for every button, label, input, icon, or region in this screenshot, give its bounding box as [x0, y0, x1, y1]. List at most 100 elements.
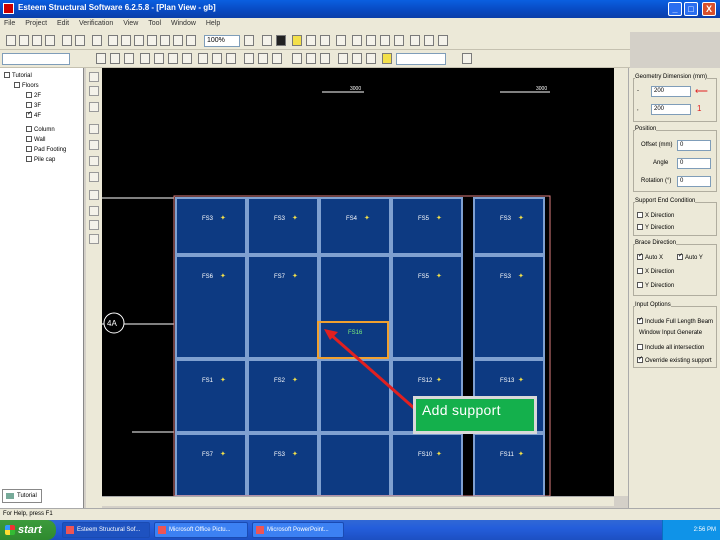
- zoom-extent-icon[interactable]: [147, 35, 157, 46]
- snap-icon[interactable]: [110, 53, 120, 64]
- rotation-input[interactable]: 0: [677, 176, 711, 187]
- copy-icon[interactable]: [352, 35, 362, 46]
- x-direction-checkbox[interactable]: X Direction: [637, 268, 674, 275]
- fill-icon[interactable]: [336, 35, 346, 46]
- tree-item-wall[interactable]: Wall: [26, 136, 45, 143]
- menu-view[interactable]: View: [119, 18, 142, 29]
- trim-icon[interactable]: [438, 35, 448, 46]
- wall-icon[interactable]: [182, 53, 192, 64]
- slab-panel[interactable]: [391, 433, 463, 496]
- auto-x-checkbox[interactable]: Auto X: [637, 254, 663, 261]
- polyline-icon[interactable]: [306, 53, 316, 64]
- measure-icon[interactable]: [424, 35, 434, 46]
- tutorial-tab[interactable]: Tutorial: [2, 489, 42, 503]
- tree-item-pile-cap[interactable]: Pile cap: [26, 156, 55, 163]
- slab-panel[interactable]: [391, 255, 463, 359]
- close-button[interactable]: X: [702, 2, 716, 16]
- tool-9-icon[interactable]: [89, 206, 99, 216]
- task-esteem[interactable]: Esteem Structural Sof...: [62, 522, 150, 538]
- tree-item-pad-footing[interactable]: Pad Footing: [26, 146, 66, 153]
- floor-select[interactable]: [396, 53, 446, 65]
- tree-item-4f[interactable]: 4F: [26, 112, 41, 119]
- slab-panel[interactable]: [473, 255, 545, 359]
- eraser-icon[interactable]: [306, 35, 316, 46]
- open-icon[interactable]: [19, 35, 29, 46]
- offset-input[interactable]: 0: [677, 140, 711, 151]
- move-icon[interactable]: [366, 35, 376, 46]
- slab-panel[interactable]: [247, 197, 319, 255]
- zoom-all-icon[interactable]: [173, 35, 183, 46]
- override-support-checkbox[interactable]: Override existing support: [637, 357, 712, 364]
- tool-4-icon[interactable]: [89, 124, 99, 134]
- info-icon[interactable]: [276, 35, 286, 46]
- grid-icon[interactable]: [96, 53, 106, 64]
- tree-item-floors[interactable]: Floors: [14, 82, 39, 89]
- menu-file[interactable]: File: [0, 18, 19, 29]
- node-icon[interactable]: [272, 53, 282, 64]
- full-length-beam-checkbox[interactable]: Include Full Length Beam: [637, 318, 713, 325]
- slab-panel[interactable]: [247, 359, 319, 433]
- new-icon[interactable]: [6, 35, 16, 46]
- tree-item-column[interactable]: Column: [26, 126, 55, 133]
- menu-verification[interactable]: Verification: [75, 18, 117, 29]
- dim-y-input[interactable]: 200: [651, 104, 691, 115]
- slab-panel[interactable]: [473, 433, 545, 496]
- minimize-button[interactable]: _: [668, 2, 682, 16]
- tool-5-icon[interactable]: [89, 140, 99, 150]
- mirror-icon[interactable]: [380, 35, 390, 46]
- refresh-icon[interactable]: [244, 35, 254, 46]
- menu-help[interactable]: Help: [202, 18, 224, 29]
- rotate-icon[interactable]: [394, 35, 404, 46]
- tree-root[interactable]: Tutorial: [4, 72, 32, 79]
- horizontal-scrollbar[interactable]: [102, 496, 614, 506]
- tool-8-icon[interactable]: [89, 190, 99, 200]
- plan-view-canvas[interactable]: 3000 3000 4A FS3 ✦ FS3 ✦ FS4 ✦ FS5 ✦ FS3 ✦ FS6 ✦ FS7…: [102, 68, 614, 496]
- dim-x-input[interactable]: 200: [651, 86, 691, 97]
- slab-panel[interactable]: [247, 433, 319, 496]
- slab-panel[interactable]: [319, 197, 391, 255]
- start-button[interactable]: start: [0, 520, 56, 540]
- line-icon[interactable]: [292, 53, 302, 64]
- beam-icon[interactable]: [140, 53, 150, 64]
- include-intersection-checkbox[interactable]: Include all intersection: [637, 344, 704, 351]
- maximize-button[interactable]: □: [684, 2, 698, 16]
- slab-panel[interactable]: [319, 255, 391, 359]
- properties-icon[interactable]: [462, 53, 472, 64]
- layer-select[interactable]: [2, 53, 70, 65]
- load-icon[interactable]: [212, 53, 222, 64]
- slab-panel[interactable]: [175, 359, 247, 433]
- angle-input[interactable]: 0: [677, 158, 711, 169]
- select-icon[interactable]: [262, 35, 272, 46]
- tool-1-icon[interactable]: [89, 72, 99, 82]
- column-icon[interactable]: [154, 53, 164, 64]
- text-icon[interactable]: [258, 53, 268, 64]
- end-y-checkbox[interactable]: Y Direction: [637, 224, 674, 231]
- tool-3-icon[interactable]: [89, 102, 99, 112]
- slab-panel[interactable]: [247, 255, 319, 359]
- y-direction-checkbox[interactable]: Y Direction: [637, 282, 674, 289]
- paint-icon[interactable]: [320, 35, 330, 46]
- opening-icon[interactable]: [226, 53, 236, 64]
- zoom-level-select[interactable]: 100%: [204, 35, 240, 47]
- undo-icon[interactable]: [62, 35, 72, 46]
- vertical-scrollbar[interactable]: [614, 68, 628, 496]
- analyze-icon[interactable]: [352, 53, 362, 64]
- slab-panel[interactable]: [175, 197, 247, 255]
- menu-project[interactable]: Project: [21, 18, 51, 29]
- tool-11-icon[interactable]: [89, 234, 99, 244]
- dimension-icon[interactable]: [244, 53, 254, 64]
- zoom-previous-icon[interactable]: [160, 35, 170, 46]
- slab-panel[interactable]: [319, 433, 391, 496]
- pan-icon[interactable]: [92, 35, 102, 46]
- print-icon[interactable]: [45, 35, 55, 46]
- menu-edit[interactable]: Edit: [53, 18, 73, 29]
- report-icon[interactable]: [366, 53, 376, 64]
- slab-panel[interactable]: [175, 433, 247, 496]
- task-powerpoint[interactable]: Microsoft PowerPoint...: [252, 522, 344, 538]
- slab-panel[interactable]: [175, 255, 247, 359]
- zoom-in-icon[interactable]: [121, 35, 131, 46]
- slab-panel[interactable]: [473, 197, 545, 255]
- redo-icon[interactable]: [75, 35, 85, 46]
- ortho-icon[interactable]: [124, 53, 134, 64]
- tool-6-icon[interactable]: [89, 156, 99, 166]
